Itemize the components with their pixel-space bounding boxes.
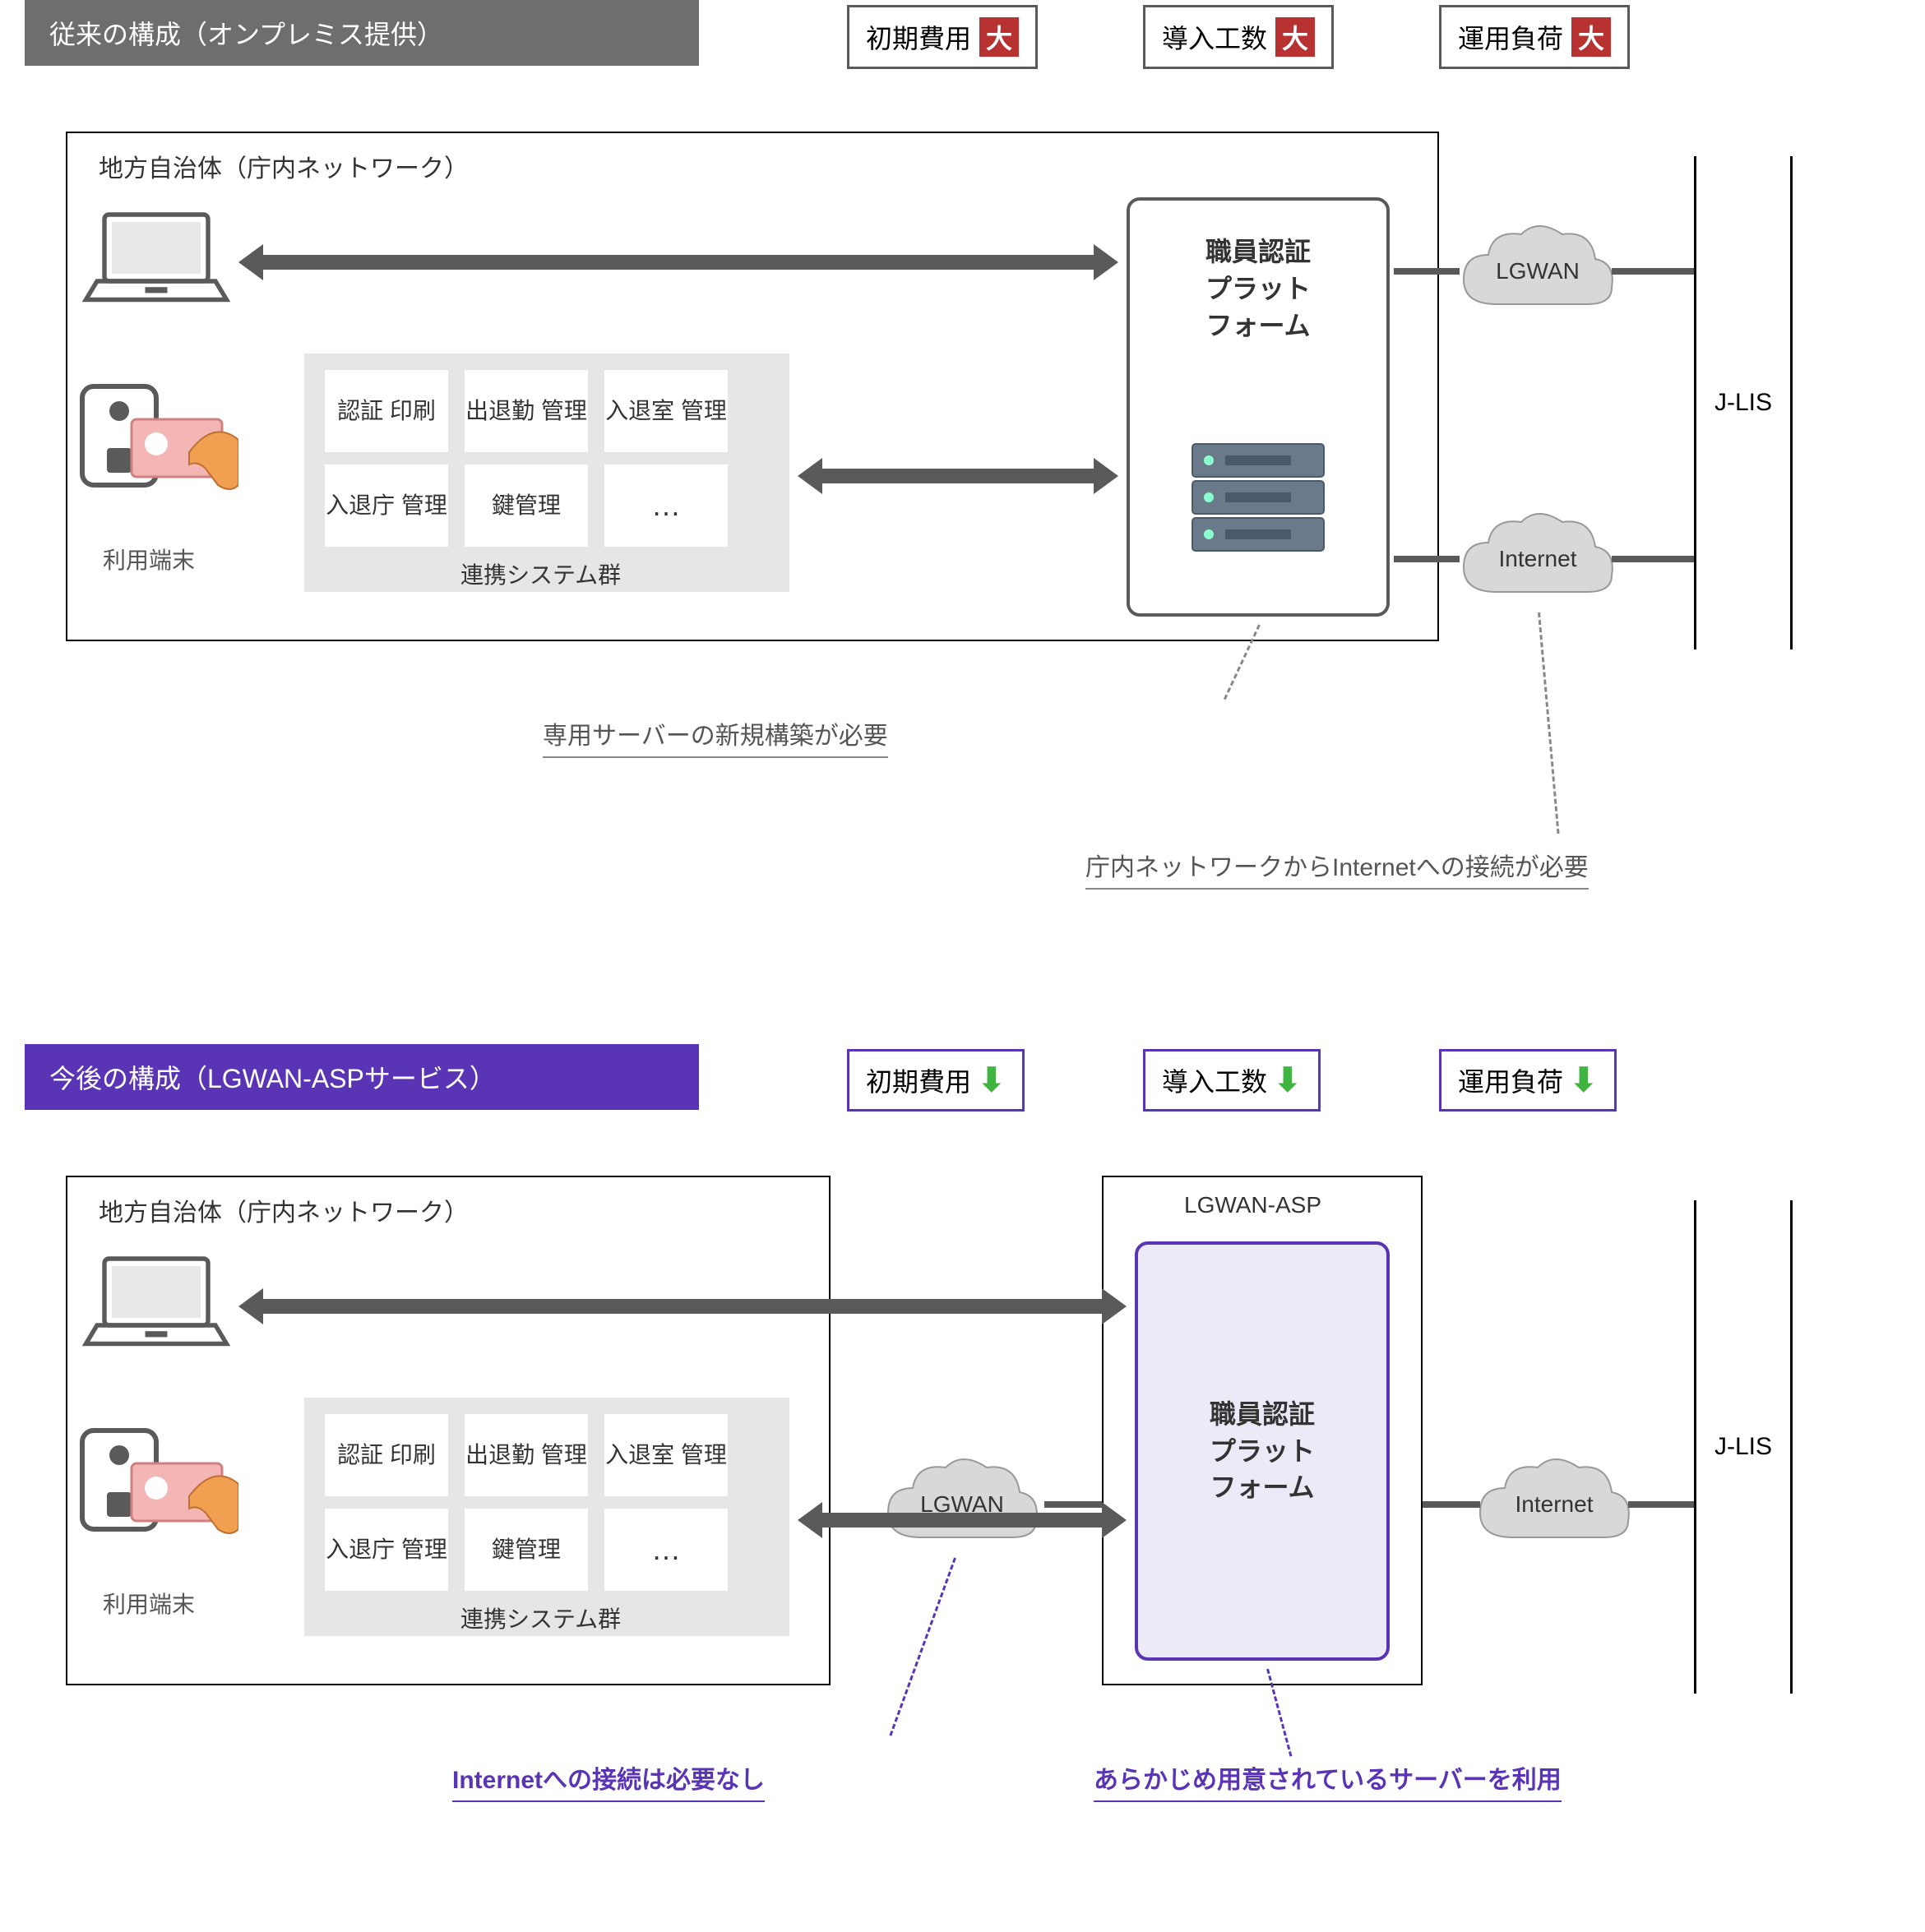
systems-group-label: 連携システム群 [460,557,621,590]
terminal-label: 利用端末 [103,543,195,575]
mod-building-access: 入退庁 管理 [325,465,448,547]
server-icon [1184,436,1332,571]
note-preprovisioned: あらかじめ用意されているサーバーを利用 [1094,1759,1562,1802]
cloud-internet: Internet [1455,510,1620,608]
arrow-laptop-platform [263,255,1094,270]
mod-attendance-b: 出退勤 管理 [465,1414,588,1496]
mod-room-access-b: 入退室 管理 [604,1414,728,1496]
line-lgwan-asp [1044,1501,1102,1508]
badge-effort: 導入工数大 [1143,5,1334,69]
cloud-internet-b: Internet [1472,1455,1636,1554]
laptop-icon-b [82,1250,230,1361]
mod-key-b: 鍵管理 [465,1509,588,1591]
down-arrow-icon: ⬇ [1570,1061,1598,1099]
line-internet-jlis [1612,556,1694,562]
asp-label: LGWAN-ASP [1184,1192,1321,1218]
badge-effort-b: 導入工数⬇ [1143,1049,1321,1112]
mod-auth-print: 認証 印刷 [325,370,448,452]
note-no-internet: Internetへの接続は必要なし [452,1759,765,1802]
dash-internet [1538,612,1560,834]
note-internet: 庁内ネットワークからInternetへの接続が必要 [1085,847,1589,890]
badge-initial-cost-b: 初期費用⬇ [847,1049,1025,1112]
arrow-systems-platform [822,469,1094,483]
terminal-label-b: 利用端末 [103,1587,195,1620]
line-lgwan-jlis [1612,268,1694,275]
cloud-lgwan-b: LGWAN [880,1455,1044,1554]
arrow-systems-platform-b [822,1513,1102,1528]
municipality-label-b: 地方自治体（庁内ネットワーク） [99,1192,469,1228]
cloud-lgwan: LGWAN [1455,222,1620,321]
badge-initial-cost: 初期費用大 [847,5,1038,69]
mod-auth-print-b: 認証 印刷 [325,1414,448,1496]
line-internet-jlis-b [1628,1501,1694,1508]
top-title: 従来の構成（オンプレミス提供） [25,0,699,66]
card-reader-icon-b [74,1414,238,1550]
jlis-box: J-LIS [1694,156,1793,649]
mod-more-b: … [604,1509,728,1591]
card-reader-icon [74,370,238,506]
platform-box-b: 職員認証 プラット フォーム [1135,1241,1390,1661]
badge-ops-b: 運用負荷⬇ [1439,1049,1617,1112]
note-server: 専用サーバーの新規構築が必要 [543,715,888,758]
mod-room-access: 入退室 管理 [604,370,728,452]
line-asp-internet [1423,1501,1480,1508]
mod-attendance: 出退勤 管理 [465,370,588,452]
down-arrow-icon: ⬇ [978,1061,1006,1099]
municipality-label: 地方自治体（庁内ネットワーク） [99,148,469,184]
jlis-box-b: J-LIS [1694,1200,1793,1694]
systems-group-label-b: 連携システム群 [460,1602,621,1634]
down-arrow-icon: ⬇ [1274,1061,1302,1099]
line-pf-internet [1394,556,1460,562]
mod-building-access-b: 入退庁 管理 [325,1509,448,1591]
laptop-icon [82,206,230,317]
badge-ops: 運用負荷大 [1439,5,1630,69]
line-pf-lgwan [1394,268,1460,275]
mod-more: … [604,465,728,547]
dash-lgwan [889,1557,956,1736]
mod-key: 鍵管理 [465,465,588,547]
bottom-title: 今後の構成（LGWAN-ASPサービス） [25,1044,699,1110]
arrow-laptop-platform-b [263,1299,1102,1314]
